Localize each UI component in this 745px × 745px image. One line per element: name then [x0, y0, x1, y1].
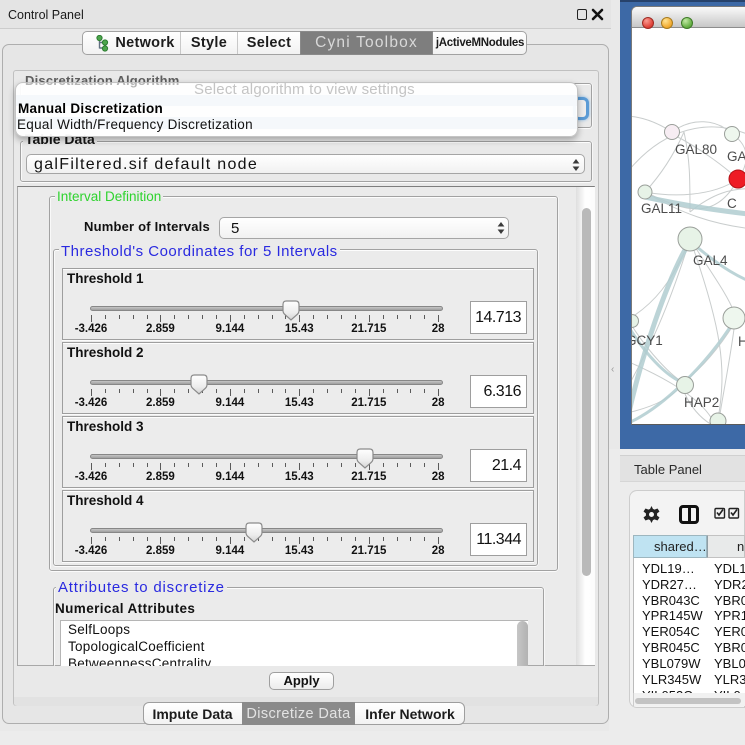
svg-text:C: C — [727, 196, 737, 211]
svg-text:GA: GA — [727, 149, 745, 164]
svg-text:GAL4: GAL4 — [693, 253, 728, 268]
svg-text:GCY1: GCY1 — [632, 333, 663, 348]
svg-text:H: H — [738, 334, 745, 349]
svg-text:GAL11: GAL11 — [641, 201, 682, 216]
svg-text:GAL80: GAL80 — [675, 142, 717, 157]
svg-text:HAP2: HAP2 — [684, 395, 719, 410]
